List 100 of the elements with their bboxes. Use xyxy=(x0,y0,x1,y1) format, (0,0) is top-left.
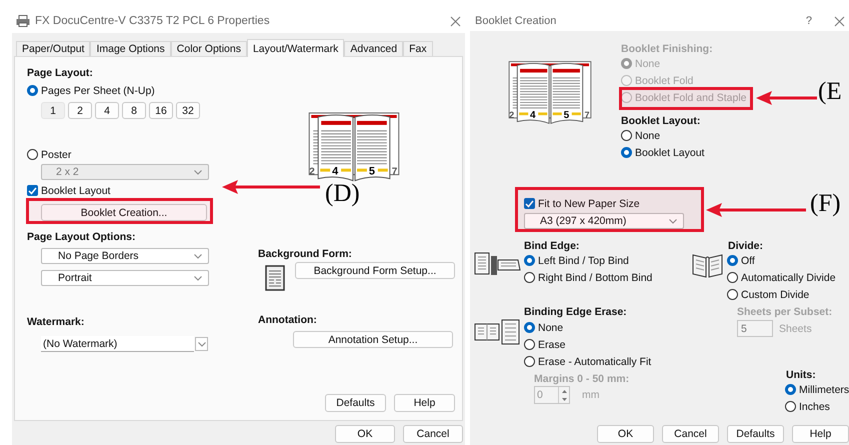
open-book-icon xyxy=(691,252,724,278)
option-label: Millimeters xyxy=(799,384,849,396)
option-label: Poster xyxy=(41,148,72,160)
panel-button[interactable]: Help xyxy=(394,394,455,412)
chevron-down-icon xyxy=(194,276,202,280)
option-label: Inches xyxy=(799,400,830,412)
tab[interactable]: Paper/Output xyxy=(16,41,90,56)
radio-button[interactable] xyxy=(524,339,535,350)
option-label: None xyxy=(538,322,564,334)
option-label: Left Bind / Top Bind xyxy=(538,254,629,266)
section-label: Binding Edge Erase: xyxy=(524,306,628,318)
page-number: 5 xyxy=(368,166,375,178)
section-label: Background Form: xyxy=(258,248,353,260)
option-label: Erase xyxy=(538,338,566,350)
page-number: 4 xyxy=(332,166,338,178)
checkbox-label: Booklet Layout xyxy=(41,184,110,196)
tab[interactable]: Fax xyxy=(403,41,433,56)
tab[interactable]: Advanced xyxy=(344,41,404,56)
pages-per-sheet-button[interactable]: 16 xyxy=(149,102,173,119)
dialog-button[interactable]: Cancel xyxy=(662,425,719,443)
option-label: Custom Divide xyxy=(741,288,810,300)
dialog-button[interactable]: Defaults xyxy=(727,425,784,443)
pages-per-sheet-button[interactable]: 4 xyxy=(95,102,119,119)
radio-button[interactable] xyxy=(785,384,796,395)
section-label: Annotation: xyxy=(258,314,318,326)
checkbox-label: Fit to New Paper Size xyxy=(538,198,640,210)
unit-label: mm xyxy=(582,389,600,401)
radio-button[interactable] xyxy=(785,401,796,412)
background-form-setup-button[interactable]: Background Form Setup... xyxy=(295,262,455,279)
dropdown[interactable]: A3 (297 x 420mm) xyxy=(524,213,684,229)
field-label: Sheets per Subset: xyxy=(737,306,834,318)
section-label: Page Layout Options: xyxy=(27,231,137,243)
radio-button[interactable] xyxy=(524,356,535,367)
booklet-creation-button[interactable]: Booklet Creation... xyxy=(41,204,207,221)
tab[interactable]: Layout/Watermark xyxy=(246,39,344,57)
checkbox[interactable] xyxy=(27,185,38,196)
option-label: Off xyxy=(741,254,755,266)
callout-label: (F) xyxy=(810,192,841,216)
up-arrow-icon[interactable] xyxy=(562,390,566,392)
dialog-button[interactable]: OK xyxy=(597,425,654,443)
radio-button[interactable] xyxy=(524,272,535,283)
checkbox[interactable] xyxy=(524,198,535,209)
section-label: Page Layout: xyxy=(27,67,94,79)
dialog-button[interactable]: OK xyxy=(335,425,395,443)
callout-label: (E xyxy=(818,80,842,104)
section-label: Bind Edge: xyxy=(524,240,580,252)
section-label: Booklet Layout: xyxy=(621,115,702,127)
option-label: Erase - Automatically Fit xyxy=(538,356,652,368)
pages-per-sheet-button[interactable]: 32 xyxy=(176,102,200,119)
radio-button[interactable] xyxy=(727,289,738,300)
section-label: Divide: xyxy=(728,240,764,252)
section-label: Booklet Finishing: xyxy=(621,43,714,55)
chevron-down-icon xyxy=(198,342,206,346)
pages-per-sheet-button[interactable]: 1 xyxy=(41,102,65,119)
bound-pages-icon xyxy=(474,252,521,276)
pages-per-sheet-button[interactable]: 8 xyxy=(122,102,146,119)
down-arrow-icon[interactable] xyxy=(562,398,566,400)
tab[interactable]: Color Options xyxy=(170,41,247,56)
section-label: Watermark: xyxy=(27,316,86,328)
section-label: Units: xyxy=(786,369,817,381)
page-spread-icon xyxy=(474,319,521,345)
option-label: Right Bind / Bottom Bind xyxy=(538,272,652,284)
radio-button[interactable] xyxy=(727,272,738,283)
panel-button[interactable]: Defaults xyxy=(325,394,386,412)
option-label: Booklet Fold and Staple xyxy=(635,92,746,104)
chevron-down-icon xyxy=(194,170,202,174)
field-label: Margins 0 - 50 mm: xyxy=(534,373,630,385)
callout-arrow xyxy=(756,91,817,105)
close-icon[interactable] xyxy=(834,16,845,26)
annotation-setup-button[interactable]: Annotation Setup... xyxy=(293,331,453,348)
option-label: None xyxy=(635,130,660,142)
radio-button[interactable] xyxy=(27,85,38,96)
pages-per-sheet-button[interactable]: 2 xyxy=(68,102,92,119)
dialog-button[interactable]: Cancel xyxy=(403,425,463,443)
page-number: 5 xyxy=(564,110,570,121)
radio-button[interactable] xyxy=(524,322,535,333)
option-label: Automatically Divide xyxy=(741,272,836,284)
radio-button[interactable] xyxy=(621,147,632,158)
option-label: Pages Per Sheet (N-Up) xyxy=(41,84,155,96)
callout-label: (D) xyxy=(325,182,360,206)
chevron-down-icon xyxy=(669,218,677,224)
printer-icon xyxy=(16,15,30,27)
unit-label: Sheets xyxy=(779,322,812,334)
page-number: 4 xyxy=(530,110,536,121)
option-label: Booklet Fold xyxy=(635,74,694,86)
dialog-button[interactable]: Help xyxy=(792,425,849,443)
close-icon[interactable] xyxy=(450,16,461,26)
dropdown[interactable]: Portrait xyxy=(41,270,209,286)
option-label: Booklet Layout xyxy=(635,146,704,158)
window-title: FX DocuCentre-V C3375 T2 PCL 6 Properties xyxy=(35,15,270,27)
form-page-icon xyxy=(265,265,287,292)
help-button[interactable]: ? xyxy=(806,15,812,27)
radio-button[interactable] xyxy=(727,255,738,266)
radio-button[interactable] xyxy=(524,255,535,266)
page-number: 7 xyxy=(584,110,590,120)
tab[interactable]: Image Options xyxy=(90,41,171,56)
chevron-down-icon xyxy=(194,254,202,258)
dropdown[interactable]: No Page Borders xyxy=(41,248,209,264)
window-title: Booklet Creation xyxy=(475,15,556,27)
radio-button[interactable] xyxy=(621,130,632,141)
